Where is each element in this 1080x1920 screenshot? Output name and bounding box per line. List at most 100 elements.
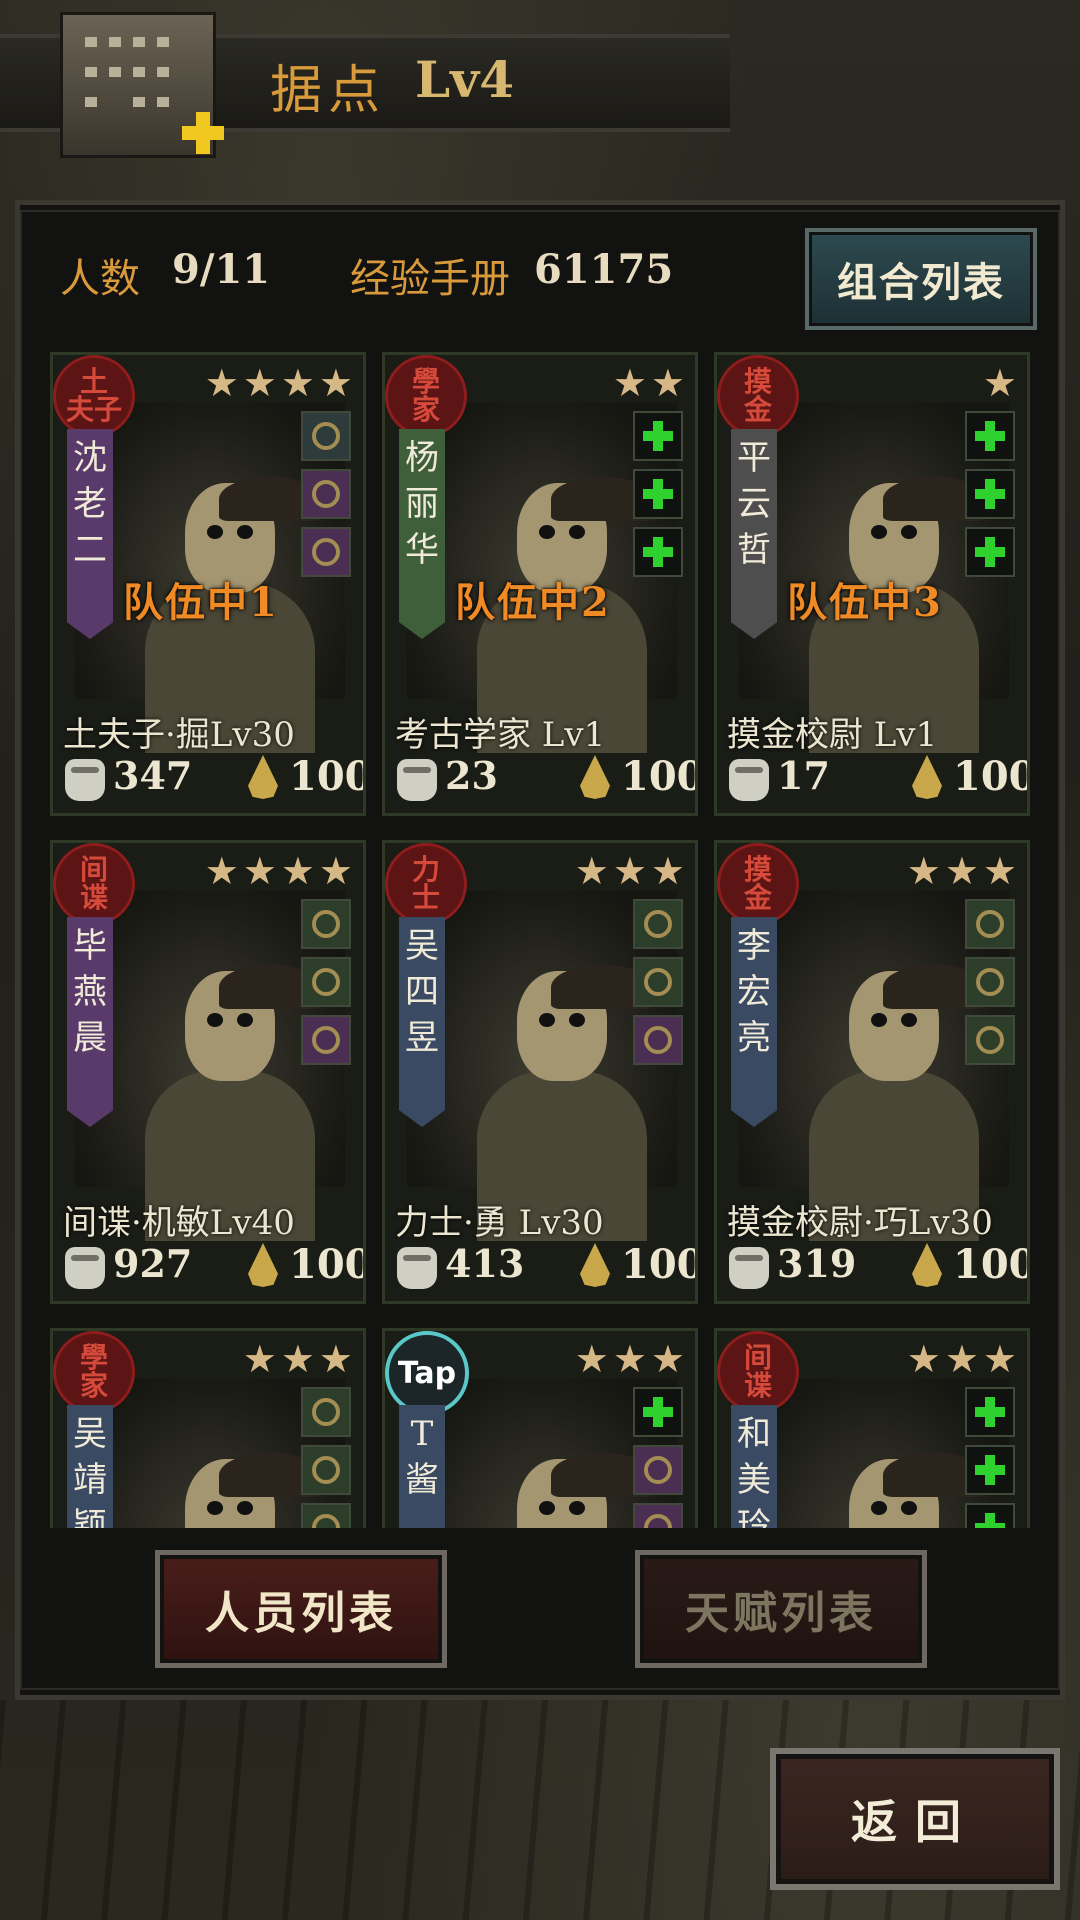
name-ribbon: 沈老二 xyxy=(67,429,113,639)
character-eye xyxy=(901,525,917,539)
class-stamp: 學家 xyxy=(385,355,467,437)
add-equipment-slot[interactable] xyxy=(633,527,683,577)
character-name-char: 云 xyxy=(737,484,771,524)
character-card[interactable]: 间谍 ★ ★ ★ 和美玲 xyxy=(714,1328,1030,1528)
equipment-item-icon xyxy=(312,968,340,996)
add-equipment-slot[interactable] xyxy=(633,1387,683,1437)
character-card[interactable]: 學家 ★ ★ ★ 吴靖颖 xyxy=(50,1328,366,1528)
equipment-slot[interactable] xyxy=(633,1445,683,1495)
star-icon: ★ xyxy=(906,849,941,893)
character-name-char: 酱 xyxy=(405,1460,439,1500)
star-rating: ★ ★ ★ xyxy=(907,1339,1017,1379)
equipment-item-icon xyxy=(312,1398,340,1426)
equipment-slot[interactable] xyxy=(301,469,351,519)
combo-list-button[interactable]: 组合列表 xyxy=(805,228,1037,330)
character-name-char: 晨 xyxy=(73,1018,107,1058)
upgrade-plus-icon[interactable] xyxy=(178,108,228,158)
add-equipment-slot[interactable] xyxy=(965,527,1015,577)
equipment-slot[interactable] xyxy=(301,1503,351,1528)
star-icon: ★ xyxy=(982,849,1017,893)
energy-drop-icon xyxy=(912,1243,942,1287)
class-stamp-char: 家 xyxy=(411,393,440,426)
equipment-slot[interactable] xyxy=(301,899,351,949)
character-figure xyxy=(809,965,985,1241)
add-plus-icon xyxy=(643,537,673,567)
star-rating: ★ ★ ★ ★ xyxy=(205,363,353,403)
character-card[interactable]: 摸金 ★ ★ ★ 李宏亮摸金校尉·巧Lv30 319 100 xyxy=(714,840,1030,1304)
character-name-char: 颖 xyxy=(73,1506,107,1528)
equipment-slot[interactable] xyxy=(301,527,351,577)
add-equipment-slot[interactable] xyxy=(965,1387,1015,1437)
equipment-slot[interactable] xyxy=(301,1015,351,1065)
character-figure xyxy=(145,1453,321,1528)
staff-list-button[interactable]: 人员列表 xyxy=(155,1550,447,1668)
name-ribbon: 平云哲 xyxy=(731,429,777,639)
combat-power: 347 xyxy=(113,753,193,798)
fist-icon xyxy=(397,1247,437,1289)
equipment-item-icon xyxy=(644,1456,672,1484)
character-card[interactable]: 间谍 ★ ★ ★ ★ 毕燕晨间谍·机敏Lv40 927 100 xyxy=(50,840,366,1304)
character-card[interactable]: 學家 ★ ★ 杨丽华队伍中2 考古学家 Lv1 23 100 xyxy=(382,352,698,816)
exp-manual-label: 经验手册 xyxy=(350,256,510,302)
character-grid: 土夫子 ★ ★ ★ ★ 沈老二队伍中1 土夫子·掘Lv30 347 100 學家 ★ ★ 杨丽华队伍中2… xyxy=(50,352,1035,1528)
class-stamp-char: 谍 xyxy=(743,1369,772,1402)
character-card[interactable]: 土夫子 ★ ★ ★ ★ 沈老二队伍中1 土夫子·掘Lv30 347 100 xyxy=(50,352,366,816)
character-card[interactable]: Tap ★ ★ ★ T 酱 xyxy=(382,1328,698,1528)
character-name-char: 杨 xyxy=(405,438,439,478)
star-icon: ★ xyxy=(982,1337,1017,1381)
equipment-slot[interactable] xyxy=(965,899,1015,949)
character-card[interactable]: 摸金 ★ 平云哲队伍中3 摸金校尉 Lv1 17 100 xyxy=(714,352,1030,816)
equipment-slot[interactable] xyxy=(301,957,351,1007)
equipment-slot[interactable] xyxy=(633,957,683,1007)
add-equipment-slot[interactable] xyxy=(965,469,1015,519)
character-eye xyxy=(569,1013,585,1027)
add-equipment-slot[interactable] xyxy=(633,469,683,519)
equipment-slot[interactable] xyxy=(633,899,683,949)
class-stamp-char: 學 xyxy=(411,365,440,398)
equipment-slot[interactable] xyxy=(965,957,1015,1007)
star-icon: ★ xyxy=(280,361,315,405)
fist-icon xyxy=(397,759,437,801)
team-status: 队伍中2 xyxy=(455,579,611,626)
equipment-slot[interactable] xyxy=(965,1015,1015,1065)
energy-drop-icon xyxy=(248,1243,278,1287)
add-equipment-slot[interactable] xyxy=(965,1503,1015,1528)
fist-icon xyxy=(729,1247,769,1289)
character-name-char: 华 xyxy=(405,530,439,570)
class-stamp: 摸金 xyxy=(717,843,799,925)
character-figure xyxy=(477,1453,653,1528)
star-icon: ★ xyxy=(574,1337,609,1381)
fist-icon xyxy=(65,759,105,801)
equipment-slot[interactable] xyxy=(633,1503,683,1528)
energy-value: 100 xyxy=(289,753,366,800)
add-equipment-slot[interactable] xyxy=(965,1445,1015,1495)
class-stamp-char: 夫子 xyxy=(65,393,122,426)
star-icon: ★ xyxy=(906,1337,941,1381)
character-name-char: 老 xyxy=(73,484,107,524)
character-name-char: 四 xyxy=(405,972,439,1012)
equipment-item-icon xyxy=(312,1514,340,1528)
character-name-char: 燕 xyxy=(73,972,107,1012)
energy-value: 100 xyxy=(621,753,698,800)
character-eye xyxy=(569,1501,585,1515)
star-icon: ★ xyxy=(242,849,277,893)
character-eye xyxy=(871,525,887,539)
character-eye xyxy=(539,1013,555,1027)
character-name-char: 哲 xyxy=(737,530,771,570)
add-equipment-slot[interactable] xyxy=(633,411,683,461)
star-rating: ★ ★ ★ ★ xyxy=(205,851,353,891)
character-card[interactable]: 力士 ★ ★ ★ 吴四昱力士·勇 Lv30 413 100 xyxy=(382,840,698,1304)
talent-list-button[interactable]: 天赋列表 xyxy=(635,1550,927,1668)
back-button[interactable]: 返回 xyxy=(770,1748,1060,1890)
add-equipment-slot[interactable] xyxy=(965,411,1015,461)
equipment-slot[interactable] xyxy=(301,1445,351,1495)
equipment-item-icon xyxy=(644,1514,672,1528)
exp-manual-value: 61175 xyxy=(534,246,674,293)
member-count-value: 9/11 xyxy=(172,246,271,293)
equipment-slot[interactable] xyxy=(301,411,351,461)
character-head xyxy=(517,965,653,1081)
class-stamp-char: 金 xyxy=(743,881,772,914)
equipment-slot[interactable] xyxy=(633,1015,683,1065)
character-eye xyxy=(871,1501,887,1515)
equipment-slot[interactable] xyxy=(301,1387,351,1437)
